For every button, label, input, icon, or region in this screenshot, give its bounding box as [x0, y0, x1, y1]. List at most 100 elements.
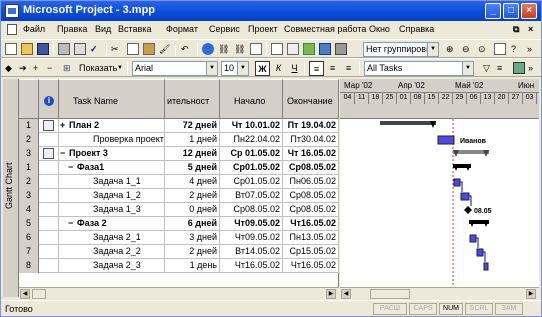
align-center-icon[interactable]: ≡	[325, 61, 340, 76]
print-icon[interactable]	[58, 43, 70, 55]
finish-cell[interactable]: Пт30.04.02	[283, 133, 339, 147]
duration-cell[interactable]: 5 дней	[165, 161, 220, 175]
grouping-select[interactable]: Нет группировки ▼	[363, 42, 439, 57]
document-icon[interactable]	[7, 24, 17, 35]
menu-window[interactable]: Окно	[369, 24, 390, 34]
minimize-button[interactable]: _	[485, 3, 501, 19]
menu-edit[interactable]: Правка	[57, 24, 87, 34]
task-name-cell[interactable]: Задача 2_2	[59, 245, 165, 259]
header-start[interactable]: Начало	[220, 79, 283, 119]
chevron-down-icon[interactable]: ▼	[117, 65, 123, 71]
filter-select[interactable]: All Tasks ▼	[364, 61, 474, 76]
grid-hscroll[interactable]: ◀ ▶	[19, 287, 339, 299]
align-right-icon[interactable]: ≡	[341, 61, 356, 76]
font-size-select[interactable]: 10 ▼	[221, 61, 249, 76]
show-subtasks-icon[interactable]: +	[33, 62, 45, 74]
row-number[interactable]: 1	[19, 161, 39, 175]
menu-file[interactable]: Файл	[23, 24, 45, 34]
scroll-right-icon[interactable]: ▶	[526, 289, 536, 299]
row-number[interactable]: 3	[19, 189, 39, 203]
toolbar-options-icon[interactable]: »	[528, 62, 540, 74]
duration-cell[interactable]: 1 дней	[165, 133, 220, 147]
expand-icon[interactable]: +	[60, 119, 65, 132]
align-left-icon[interactable]: ≡	[309, 61, 324, 76]
undo-icon[interactable]: ↶	[181, 43, 193, 55]
finish-cell[interactable]: Ср15.05.02	[283, 245, 339, 259]
task-name-cell[interactable]: Задача 2_1	[59, 231, 165, 245]
duration-cell[interactable]: 0 дней	[165, 203, 220, 217]
start-cell[interactable]: Пн22.04.02	[220, 133, 283, 147]
row-number[interactable]: 2	[19, 175, 39, 189]
format-painter-icon[interactable]: 🖌	[159, 43, 171, 55]
bold-button[interactable]: Ж	[255, 61, 270, 76]
duration-cell[interactable]: 3 дней	[165, 231, 220, 245]
italic-button[interactable]: К	[271, 61, 286, 76]
scroll-thumb[interactable]	[32, 289, 46, 299]
start-cell[interactable]: Ср08.05.02	[220, 203, 283, 217]
assign-resources-icon[interactable]	[303, 43, 315, 55]
finish-cell[interactable]: Чт 16.05.02	[283, 147, 339, 161]
task-name-cell[interactable]: Задача 1_1	[59, 175, 165, 189]
table-row[interactable]: 7 Задача 2_2 2 дней Вт14.05.02 Ср15.05.02	[19, 245, 339, 259]
menu-tools[interactable]: Сервис	[209, 24, 240, 34]
task-name-cell[interactable]: − Фаза 2	[59, 217, 165, 231]
chevron-down-icon[interactable]: ▼	[206, 62, 217, 75]
finish-cell[interactable]: Пн13.05.02	[283, 231, 339, 245]
table-row[interactable]: 3− Проект 3 12 дней Ср 01.05.02 Чт 16.05.02	[19, 147, 339, 161]
new-icon[interactable]	[5, 43, 17, 55]
scroll-thumb[interactable]	[370, 289, 410, 299]
collapse-icon[interactable]: −	[68, 217, 73, 230]
outdent-icon[interactable]: ◆	[5, 62, 17, 74]
header-info[interactable]: i	[39, 79, 59, 119]
finish-cell[interactable]: Ср08.05.02	[283, 203, 339, 217]
header-task-name[interactable]: Task Name	[59, 79, 165, 119]
finish-cell[interactable]: Ср08.05.02	[283, 189, 339, 203]
goto-task-icon[interactable]: ⊙	[478, 43, 490, 55]
notes-icon[interactable]	[287, 43, 299, 55]
scroll-left-icon[interactable]: ◀	[341, 289, 351, 299]
paste-icon[interactable]	[143, 43, 155, 55]
table-row[interactable]: 4 Задача 1_3 0 дней Ср08.05.02 Ср08.05.02	[19, 203, 339, 217]
table-row[interactable]: 5− Фаза 26 дней Чт09.05.02 Чт16.05.02	[19, 217, 339, 231]
collapse-icon[interactable]: −	[68, 161, 73, 174]
autofilter-icon[interactable]: ▽	[483, 62, 495, 74]
task-name-cell[interactable]: Задача 1_3	[59, 203, 165, 217]
gantt-wizard-icon[interactable]: ≡	[497, 62, 509, 74]
start-cell[interactable]: Вт14.05.02	[220, 245, 283, 259]
start-cell[interactable]: Ср01.05.02	[220, 161, 283, 175]
print-preview-icon[interactable]	[74, 43, 86, 55]
duration-cell[interactable]: 6 дней	[165, 217, 220, 231]
table-row[interactable]: 6 Задача 2_1 3 дней Чт09.05.02 Пн13.05.02	[19, 231, 339, 245]
scroll-left-icon[interactable]: ◀	[20, 289, 30, 299]
show-button[interactable]: Показать	[79, 63, 117, 73]
finish-cell[interactable]: Пт 19.04.02	[283, 119, 339, 133]
gantt-hscroll[interactable]: ◀ ▶	[340, 287, 539, 299]
duration-cell[interactable]: 2 дней	[165, 245, 220, 259]
open-icon[interactable]	[21, 43, 33, 55]
chevron-down-icon[interactable]: ▼	[427, 43, 438, 56]
menu-help[interactable]: Справка	[399, 24, 434, 34]
finish-cell[interactable]: Чт16.05.02	[283, 259, 339, 273]
save-icon[interactable]	[37, 43, 49, 55]
finish-cell[interactable]: Пн06.05.02	[283, 175, 339, 189]
start-cell[interactable]: Ср 01.05.02	[220, 147, 283, 161]
row-number[interactable]: 7	[19, 245, 39, 259]
start-cell[interactable]: Чт09.05.02	[220, 217, 283, 231]
table-row[interactable]: 3 Задача 1_2 2 дней Вт07.05.02 Ср08.05.02	[19, 189, 339, 203]
copy-picture-icon[interactable]	[335, 43, 347, 55]
menu-view[interactable]: Вид	[95, 24, 111, 34]
maximize-button[interactable]: □	[503, 3, 519, 19]
underline-button[interactable]: Ч	[287, 61, 302, 76]
publish-icon[interactable]	[319, 43, 331, 55]
table-row[interactable]: 1− Фаза1 5 дней Ср01.05.02 Ср08.05.02	[19, 161, 339, 175]
table-row[interactable]: 2 Проверка проектных рез1 днейПн22.04.02П…	[19, 133, 339, 147]
link-icon[interactable]: ⛓	[218, 43, 230, 55]
duration-cell[interactable]: 4 дней	[165, 175, 220, 189]
unlink-icon[interactable]: ⛓	[234, 43, 246, 55]
task-name-cell[interactable]: − Фаза1	[59, 161, 165, 175]
font-select[interactable]: Arial ▼	[132, 61, 218, 76]
help-icon[interactable]: ?	[511, 43, 523, 55]
duration-cell[interactable]: 2 дней	[165, 189, 220, 203]
row-header-corner[interactable]	[19, 79, 39, 119]
calendar-icon[interactable]	[513, 62, 525, 74]
